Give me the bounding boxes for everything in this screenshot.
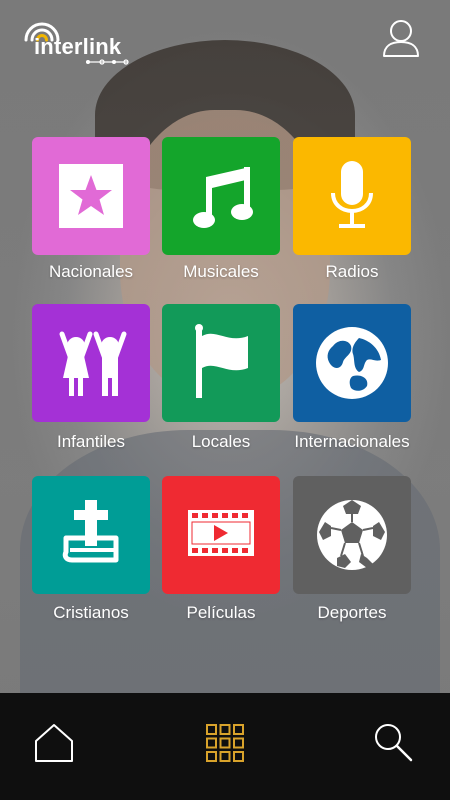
tile-internacionales[interactable] <box>293 304 411 422</box>
tile-cristianos[interactable] <box>32 476 150 594</box>
globe-icon <box>316 327 388 399</box>
brand-logo: interlink <box>22 20 137 70</box>
brand-name: interlink <box>34 34 122 59</box>
flag-icon <box>195 324 248 398</box>
star-icon <box>59 164 123 228</box>
profile-button[interactable] <box>382 18 420 58</box>
children-icon <box>59 331 127 396</box>
tile-deportes[interactable] <box>293 476 411 594</box>
tile-infantiles[interactable] <box>32 304 150 422</box>
user-icon <box>383 20 419 57</box>
soccer-ball-icon <box>317 500 387 570</box>
bottom-navigation <box>0 693 450 800</box>
tile-locales[interactable] <box>162 304 280 422</box>
music-note-icon <box>193 167 253 228</box>
label-radios: Radios <box>325 262 379 281</box>
film-play-icon <box>188 510 254 556</box>
nav-search-button[interactable] <box>372 721 414 763</box>
label-nacionales: Nacionales <box>48 262 134 281</box>
tile-musicales[interactable] <box>162 137 280 255</box>
tile-peliculas[interactable] <box>162 476 280 594</box>
tile-radios[interactable] <box>293 137 411 255</box>
label-internacionales: Internacionales <box>294 432 410 451</box>
label-peliculas: Películas <box>186 603 256 622</box>
label-infantiles: Infantiles <box>56 432 126 451</box>
nav-home-button[interactable] <box>32 721 76 765</box>
nav-grid-button[interactable] <box>205 723 245 763</box>
label-cristianos: Cristianos <box>53 603 129 622</box>
microphone-icon <box>331 161 373 228</box>
label-deportes: Deportes <box>317 603 387 622</box>
home-icon <box>35 724 73 762</box>
grid-icon <box>206 724 244 762</box>
label-locales: Locales <box>191 432 251 451</box>
app-screen: interlink Nacionales Musicales Radios In… <box>0 0 450 800</box>
search-icon <box>375 724 413 762</box>
tile-nacionales[interactable] <box>32 137 150 255</box>
label-musicales: Musicales <box>183 262 259 281</box>
circuit-line-icon <box>86 59 129 65</box>
bible-cross-icon <box>62 500 119 563</box>
